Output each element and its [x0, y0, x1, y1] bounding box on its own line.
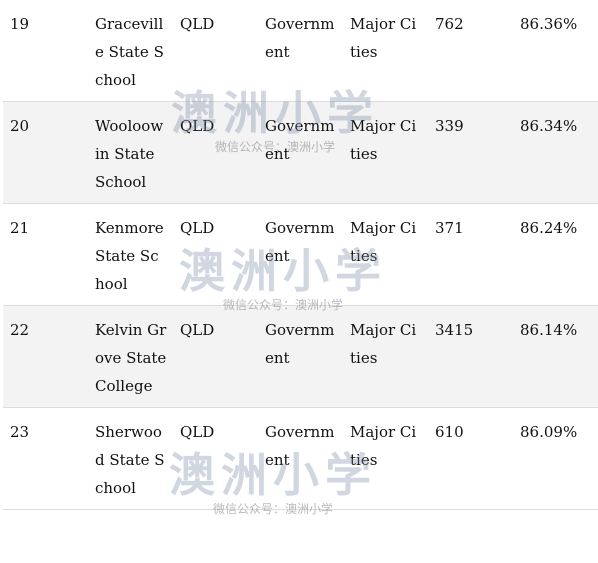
- cell-state: QLD: [173, 407, 258, 510]
- cell-score: 86.24%: [513, 203, 598, 306]
- table-row: 21 Kenmore State School QLD Government Major…: [3, 203, 598, 306]
- cell-sector: Government: [258, 0, 343, 102]
- table-row: 22 Kelvin Grove State College QLD Governmen…: [3, 305, 598, 408]
- cell-name: Wooloowin State School: [88, 101, 173, 204]
- cell-rank: 23: [3, 407, 88, 510]
- table-row: 19 Graceville State School QLD Government Ma…: [3, 0, 598, 102]
- cell-state: QLD: [173, 305, 258, 408]
- cell-region: Major Cities: [343, 203, 428, 306]
- cell-enrolment: 610: [428, 407, 513, 510]
- cell-region: Major Cities: [343, 101, 428, 204]
- cell-sector: Government: [258, 407, 343, 510]
- cell-rank: 20: [3, 101, 88, 204]
- cell-state: QLD: [173, 203, 258, 306]
- cell-score: 86.34%: [513, 101, 598, 204]
- cell-enrolment: 371: [428, 203, 513, 306]
- cell-enrolment: 3415: [428, 305, 513, 408]
- cell-rank: 22: [3, 305, 88, 408]
- school-ranking-table: 19 Graceville State School QLD Government Ma…: [3, 0, 598, 510]
- cell-rank: 21: [3, 203, 88, 306]
- cell-sector: Government: [258, 203, 343, 306]
- table-row: 20 Wooloowin State School QLD Government Maj…: [3, 101, 598, 204]
- cell-enrolment: 339: [428, 101, 513, 204]
- cell-name: Kenmore State School: [88, 203, 173, 306]
- cell-sector: Government: [258, 305, 343, 408]
- cell-name: Kelvin Grove State College: [88, 305, 173, 408]
- cell-region: Major Cities: [343, 305, 428, 408]
- cell-score: 86.09%: [513, 407, 598, 510]
- table-row: 23 Sherwood State School QLD Government Majo…: [3, 407, 598, 510]
- cell-region: Major Cities: [343, 407, 428, 510]
- cell-state: QLD: [173, 0, 258, 102]
- cell-sector: Government: [258, 101, 343, 204]
- cell-state: QLD: [173, 101, 258, 204]
- cell-region: Major Cities: [343, 0, 428, 102]
- cell-rank: 19: [3, 0, 88, 102]
- cell-name: Sherwood State School: [88, 407, 173, 510]
- cell-enrolment: 762: [428, 0, 513, 102]
- cell-score: 86.36%: [513, 0, 598, 102]
- cell-score: 86.14%: [513, 305, 598, 408]
- cell-name: Graceville State School: [88, 0, 173, 102]
